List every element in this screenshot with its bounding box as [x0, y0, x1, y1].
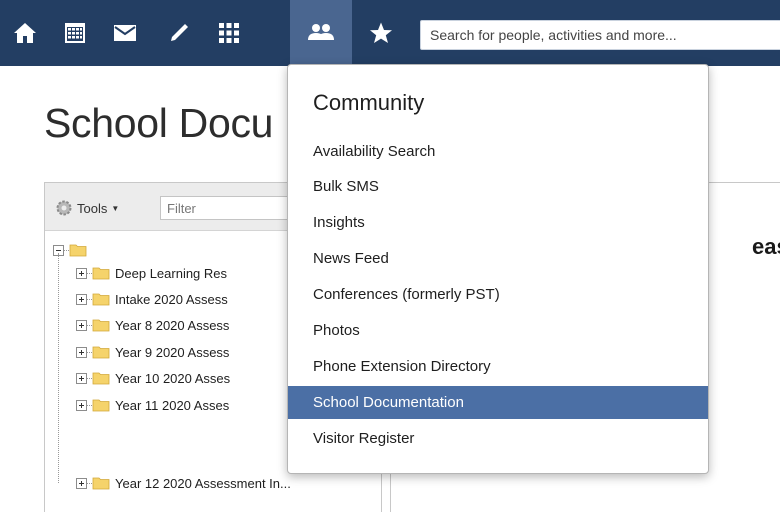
gear-icon — [56, 200, 72, 216]
edit-button[interactable] — [154, 0, 204, 66]
tree-item[interactable]: Year 12 2020 Assessment In... — [76, 473, 291, 493]
menu-item-school-documentation[interactable]: School Documentation — [288, 386, 708, 419]
tree-item[interactable]: Year 9 2020 Assess — [76, 342, 229, 362]
expand-icon[interactable] — [76, 319, 87, 331]
expand-icon[interactable] — [76, 293, 87, 305]
pencil-icon — [171, 24, 188, 41]
menu-item-news-feed[interactable]: News Feed — [288, 242, 708, 275]
folder-icon — [92, 372, 110, 385]
folder-icon — [92, 346, 110, 359]
home-icon — [14, 23, 36, 43]
tools-label: Tools — [77, 200, 108, 216]
folder-icon — [92, 267, 110, 280]
caret-down-icon: ▼ — [111, 203, 120, 213]
tree-item[interactable]: Deep Learning Res — [76, 263, 227, 283]
star-icon — [370, 22, 392, 43]
menu-title: Community — [313, 90, 425, 115]
people-icon — [308, 24, 334, 40]
menu-item-photos[interactable]: Photos — [288, 314, 708, 347]
expand-icon[interactable] — [76, 372, 87, 384]
tree-item-label: Year 11 2020 Asses — [115, 397, 230, 413]
expand-icon[interactable] — [76, 477, 87, 489]
tree-item[interactable]: Year 10 2020 Asses — [76, 368, 230, 388]
menu-item-availability-search[interactable]: Availability Search — [288, 135, 708, 168]
community-button[interactable] — [290, 0, 352, 66]
tree-item-label: Year 10 2020 Asses — [115, 370, 231, 386]
favourites-button[interactable] — [356, 0, 406, 66]
tree-item-label: Year 12 2020 Assessment In... — [115, 475, 291, 491]
expand-icon[interactable] — [76, 267, 87, 279]
tree-item-label: Year 8 2020 Assess — [115, 317, 230, 333]
menu-item-visitor-register[interactable]: Visitor Register — [288, 422, 708, 455]
tree-item[interactable]: Year 8 2020 Assess — [76, 315, 229, 335]
tree-item[interactable]: Intake 2020 Assess — [76, 289, 228, 309]
tree-item-label: Intake 2020 Assess — [115, 291, 228, 307]
top-navigation-bar — [0, 0, 780, 66]
menu-item-insights[interactable]: Insights — [288, 206, 708, 239]
community-dropdown-menu: Community Availability Search Bulk SMS I… — [287, 64, 709, 474]
folder-icon — [92, 477, 110, 490]
apps-button[interactable] — [204, 0, 254, 66]
menu-item-phone-extension-directory[interactable]: Phone Extension Directory — [288, 350, 708, 383]
mail-button[interactable] — [100, 0, 150, 66]
content-heading: ease — [752, 234, 780, 259]
page-title: School Docu — [44, 100, 274, 146]
menu-item-conferences[interactable]: Conferences (formerly PST) — [288, 278, 708, 311]
mail-icon — [114, 25, 136, 41]
menu-item-bulk-sms[interactable]: Bulk SMS — [288, 170, 708, 203]
tree-item-label: Year 9 2020 Assess — [115, 344, 230, 360]
global-search-input[interactable] — [420, 20, 780, 50]
grid-icon — [219, 23, 239, 43]
tools-dropdown-button[interactable]: Tools ▼ — [55, 197, 119, 219]
tree-item-label: Deep Learning Res — [115, 265, 228, 281]
calendar-button[interactable] — [50, 0, 100, 66]
expand-icon[interactable] — [76, 346, 87, 358]
home-button[interactable] — [0, 0, 50, 66]
folder-icon — [92, 293, 110, 306]
folder-icon — [92, 399, 110, 412]
tree-item[interactable]: Year 11 2020 Asses — [76, 395, 229, 415]
calendar-icon — [65, 23, 85, 43]
expand-icon[interactable] — [76, 399, 87, 411]
folder-open-icon — [69, 244, 87, 257]
folder-icon — [92, 319, 110, 332]
